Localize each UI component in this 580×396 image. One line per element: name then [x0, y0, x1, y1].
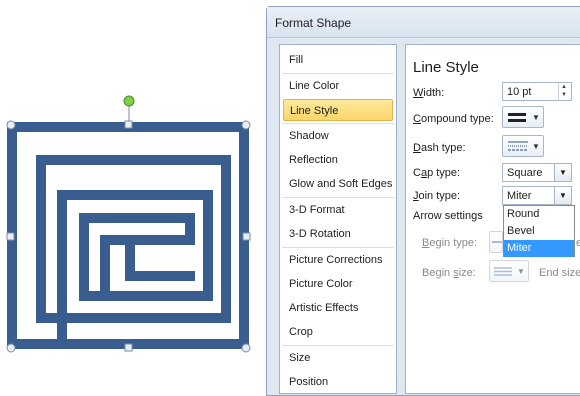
- compound-type-button[interactable]: ▼: [502, 106, 544, 128]
- nav-item-position[interactable]: Position: [280, 371, 396, 393]
- section-title: Line Style: [413, 59, 479, 76]
- arrow-style-icon: [492, 241, 502, 243]
- begin-type-label: Begin type:: [422, 237, 478, 249]
- chevron-down-icon: ▼: [559, 191, 567, 200]
- dash-type-button[interactable]: ▼: [502, 135, 544, 157]
- nav-separator: [282, 73, 394, 74]
- nav-item-3d-format[interactable]: 3-D Format: [280, 199, 396, 221]
- join-type-label: Join type:: [413, 190, 461, 202]
- nav-separator: [282, 123, 394, 124]
- cap-type-value: Square: [507, 167, 543, 179]
- handle-bottom-right[interactable]: [241, 343, 251, 353]
- chevron-down-icon: ▼: [517, 267, 525, 276]
- width-spin-buttons[interactable]: ▲ ▼: [558, 83, 571, 100]
- category-list: Fill Line Color Line Style Shadow Reflec…: [279, 44, 397, 394]
- rotate-handle[interactable]: [123, 95, 135, 107]
- begin-type-button[interactable]: [489, 231, 503, 253]
- join-option-round[interactable]: Round: [504, 206, 574, 223]
- join-type-dropdown-arrow[interactable]: ▼: [554, 187, 571, 204]
- nav-item-fill[interactable]: Fill: [280, 49, 396, 71]
- selected-shape[interactable]: [0, 90, 260, 360]
- handle-top-right[interactable]: [241, 120, 251, 130]
- chevron-down-icon: ▼: [532, 142, 540, 151]
- nav-item-shadow[interactable]: Shadow: [280, 125, 396, 147]
- join-option-miter[interactable]: Miter: [504, 240, 574, 257]
- cap-type-select[interactable]: Square ▼: [502, 163, 572, 182]
- nav-item-picture-corrections[interactable]: Picture Corrections: [280, 249, 396, 271]
- end-size-label: End size:: [539, 267, 580, 279]
- end-type-label-partial: e: [576, 237, 580, 249]
- handle-bottom-left[interactable]: [6, 343, 16, 353]
- handle-middle-left[interactable]: [6, 232, 15, 241]
- nav-separator: [282, 247, 394, 248]
- arrow-size-icon: [494, 267, 512, 276]
- join-option-bevel[interactable]: Bevel: [504, 223, 574, 240]
- chevron-down-icon: ▼: [532, 113, 540, 122]
- cap-type-label: Cap type:: [413, 167, 461, 179]
- handle-middle-right[interactable]: [242, 232, 251, 241]
- width-value: 10 pt: [507, 86, 532, 98]
- join-type-value: Miter: [507, 190, 532, 202]
- begin-size-label: Begin size:: [422, 267, 476, 279]
- compound-lines-icon: [508, 113, 526, 122]
- nav-item-crop[interactable]: Crop: [280, 321, 396, 343]
- begin-size-button[interactable]: ▼: [489, 260, 529, 282]
- arrow-settings-label: Arrow settings: [413, 210, 483, 222]
- nav-separator: [282, 345, 394, 346]
- nav-item-line-style[interactable]: Line Style: [283, 99, 393, 121]
- format-shape-dialog: Format Shape Fill Line Color Line Style …: [266, 6, 580, 396]
- nav-item-size[interactable]: Size: [280, 347, 396, 369]
- dash-type-label: Dash type:: [413, 142, 466, 154]
- maze-shape-path: [7, 122, 249, 349]
- nav-separator: [282, 197, 394, 198]
- width-spinner[interactable]: 10 pt ▲ ▼: [502, 82, 572, 101]
- dash-lines-icon: [508, 141, 528, 151]
- nav-item-line-color[interactable]: Line Color: [280, 75, 396, 97]
- nav-item-glow-soft-edges[interactable]: Glow and Soft Edges: [280, 173, 396, 195]
- handle-top-left[interactable]: [6, 120, 16, 130]
- nav-item-artistic-effects[interactable]: Artistic Effects: [280, 297, 396, 319]
- join-type-dropdown-list: Round Bevel Miter: [503, 205, 575, 257]
- nav-item-reflection[interactable]: Reflection: [280, 149, 396, 171]
- compound-type-label: Compound type:: [413, 113, 494, 125]
- dialog-titlebar[interactable]: Format Shape: [267, 7, 580, 38]
- width-label: Width:: [413, 87, 445, 99]
- handle-top-middle[interactable]: [124, 120, 133, 129]
- chevron-down-icon: ▼: [559, 168, 567, 177]
- nav-item-3d-rotation[interactable]: 3-D Rotation: [280, 223, 396, 245]
- nav-item-picture-color[interactable]: Picture Color: [280, 273, 396, 295]
- dialog-title: Format Shape: [275, 16, 352, 30]
- handle-bottom-middle[interactable]: [124, 343, 133, 352]
- join-type-select[interactable]: Miter ▼: [502, 186, 572, 205]
- cap-type-dropdown-arrow[interactable]: ▼: [554, 164, 571, 181]
